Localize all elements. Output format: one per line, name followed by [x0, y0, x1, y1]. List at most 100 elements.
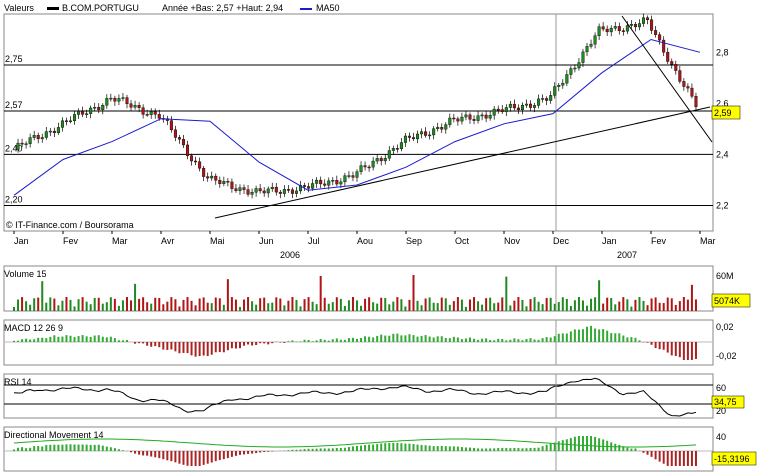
- candle-body: [629, 24, 633, 26]
- macd-bar: [682, 342, 685, 360]
- volume-bar: [557, 302, 560, 311]
- volume-bar: [513, 300, 516, 311]
- macd-bar: [85, 336, 88, 342]
- candle-body: [403, 135, 407, 143]
- price-last-value: 2,59: [714, 108, 732, 118]
- month-label: Avr: [161, 236, 174, 246]
- macd-bar: [678, 342, 681, 358]
- candle-body: [363, 165, 367, 168]
- macd-bar: [283, 342, 286, 343]
- volume-bar: [331, 302, 334, 311]
- volume-bar: [182, 299, 185, 311]
- macd-bar: [477, 339, 480, 342]
- volume-bar: [452, 301, 455, 311]
- macd-bar: [226, 342, 229, 351]
- volume-bar: [77, 299, 80, 311]
- candle-body: [307, 186, 311, 189]
- chart-header: Valeurs B.COM.PORTUGU Année +Bas: 2,57 +…: [4, 3, 340, 13]
- month-label: Aou: [357, 236, 373, 246]
- volume-bar: [162, 304, 165, 311]
- volume-bar: [569, 306, 572, 311]
- macd-bar: [509, 339, 512, 342]
- candle-body: [488, 115, 492, 119]
- macd-bar: [489, 340, 492, 342]
- dm-bar: [134, 451, 137, 454]
- volume-bar: [561, 297, 564, 311]
- dm-bar: [347, 447, 350, 451]
- volume-bar: [694, 299, 697, 311]
- volume-bar: [247, 297, 250, 311]
- candle-body: [351, 175, 355, 178]
- volume-bar: [311, 301, 314, 311]
- dm-bar: [130, 451, 133, 453]
- macd-bar: [251, 342, 254, 346]
- dm-bar: [166, 451, 169, 461]
- dm-bar: [501, 447, 504, 451]
- month-label: Sep: [406, 236, 422, 246]
- macd-bar: [424, 335, 427, 342]
- dm-bar: [343, 447, 346, 451]
- candle-body: [609, 27, 613, 33]
- volume-bar: [509, 305, 512, 311]
- dm-bar: [412, 444, 415, 451]
- dm-bar: [267, 451, 270, 452]
- rsi-tick-60: 60: [716, 383, 726, 393]
- volume-bars: [13, 275, 697, 311]
- volume-bar: [356, 300, 358, 311]
- volume-bar: [404, 306, 407, 311]
- macd-bar: [117, 340, 120, 342]
- macd-bar: [230, 342, 233, 349]
- candle-body: [113, 97, 117, 102]
- dm-bar: [17, 447, 20, 451]
- dm-bar: [162, 451, 165, 460]
- dm-bar: [690, 451, 693, 466]
- dm-bar: [69, 444, 72, 451]
- candle-body: [686, 86, 690, 89]
- dm-bar: [323, 448, 326, 451]
- dm-bar: [581, 436, 584, 451]
- dm-bar: [158, 451, 161, 459]
- dm-bar: [513, 447, 516, 451]
- volume-bar: [202, 297, 205, 311]
- dm-bar: [481, 448, 484, 451]
- volume-bar: [41, 281, 44, 311]
- candle-body: [190, 155, 194, 162]
- dm-bar: [214, 451, 217, 462]
- macd-bar: [162, 342, 165, 350]
- dm-bar: [57, 444, 60, 451]
- dm-bar: [654, 451, 657, 460]
- candle-body: [238, 187, 242, 191]
- candle-body: [186, 144, 190, 156]
- candle-body: [690, 87, 694, 97]
- candle-body: [44, 131, 48, 138]
- dm-bar: [238, 451, 241, 455]
- volume-bar: [646, 305, 649, 311]
- volume-bar: [545, 297, 548, 311]
- dm-bar: [392, 442, 395, 451]
- candle-body: [589, 43, 593, 47]
- candle-body: [141, 107, 145, 115]
- macd-bar: [238, 342, 241, 349]
- candle-body: [157, 114, 161, 119]
- volume-bar: [154, 297, 157, 311]
- dm-tick-40: 40: [716, 432, 726, 442]
- dm-bar: [618, 444, 621, 451]
- volume-bar: [315, 304, 318, 311]
- dm-bar: [489, 448, 492, 451]
- candle-body: [153, 111, 157, 115]
- dm-bar: [331, 448, 334, 451]
- macd-bar: [630, 337, 633, 342]
- volume-bar: [121, 300, 124, 311]
- candle-body: [512, 103, 516, 109]
- candle-body: [294, 190, 298, 194]
- volume-bar: [650, 298, 653, 311]
- volume-bar: [283, 305, 286, 311]
- dm-bar: [243, 451, 246, 455]
- macd-bar: [178, 342, 181, 354]
- dm-bar: [49, 444, 52, 451]
- volume-bar: [670, 298, 673, 311]
- volume-bar: [581, 300, 584, 311]
- macd-bar: [650, 342, 653, 345]
- candle-body: [121, 97, 125, 99]
- volume-bar: [501, 297, 504, 311]
